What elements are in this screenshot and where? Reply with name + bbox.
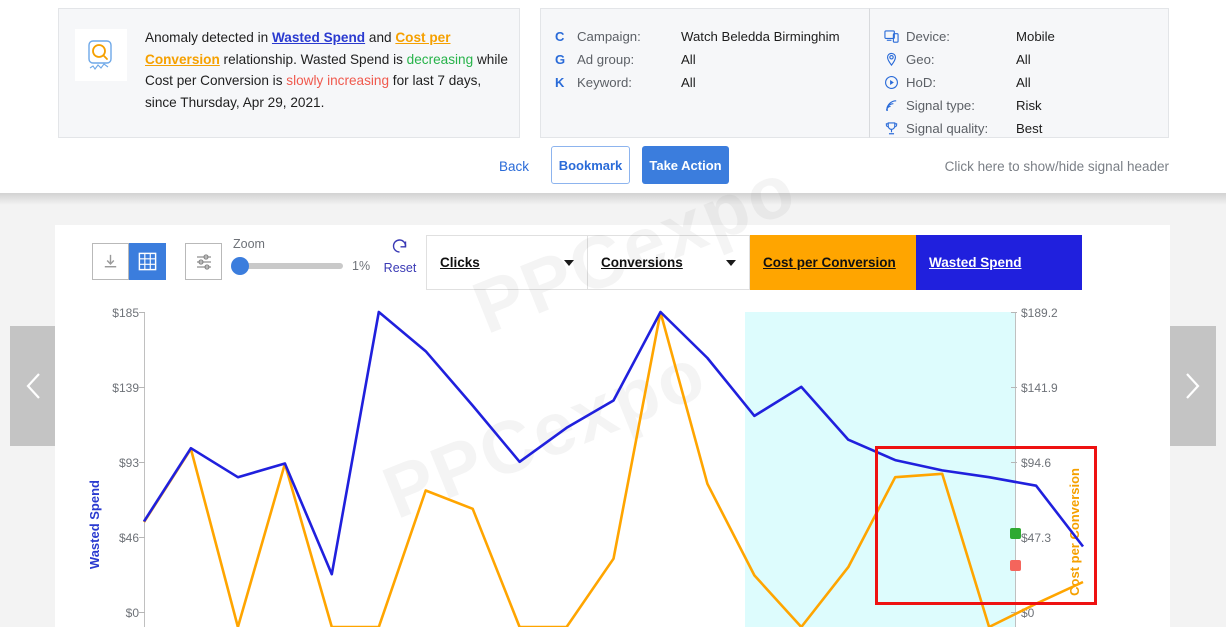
clock-icon xyxy=(884,75,906,90)
zoom-control: Zoom 1% xyxy=(231,237,371,275)
download-icon[interactable] xyxy=(92,243,129,280)
chevron-down-icon xyxy=(564,259,574,266)
keyword-label: Keyword: xyxy=(577,75,632,90)
wasted-spend-link[interactable]: Wasted Spend xyxy=(272,30,365,45)
targeting-kv-list: Device: Mobile Geo: All HoD: All Signal … xyxy=(884,25,1055,140)
page-root: Anomaly detected in Wasted Spend and Cos… xyxy=(0,0,1226,627)
geo-row: Geo: All xyxy=(884,48,1055,71)
keyword-k-icon: K xyxy=(555,75,565,90)
chart-plot-area: PPCexpo Wasted Spend Cost per Conversion… xyxy=(55,300,1170,627)
campaign-value: Watch Beledda Birminghim xyxy=(681,29,840,44)
signal-quality-label: Signal quality: xyxy=(906,121,989,136)
adgroup-label: Ad group: xyxy=(577,52,635,67)
zoom-label: Zoom xyxy=(233,237,265,251)
hod-row: HoD: All xyxy=(884,71,1055,94)
table-grid-icon[interactable] xyxy=(129,243,166,280)
hod-label: HoD: xyxy=(906,75,937,90)
signal-quality-value: Best xyxy=(1016,121,1043,136)
tab-wasted-spend-label: Wasted Spend xyxy=(929,255,1022,270)
campaign-kv-list: C Campaign: Watch Beledda Birminghim G A… xyxy=(555,25,840,94)
device-label: Device: xyxy=(906,29,950,44)
tab-cost-per-conversion-label: Cost per Conversion xyxy=(763,255,896,270)
anomaly-text-4: relationship. Wasted Spend is xyxy=(219,51,407,67)
signal-type-label: Signal type: xyxy=(906,98,975,113)
device-icon xyxy=(884,29,906,44)
metric-selector-row: Clicks Conversions Cost per Conversion W… xyxy=(426,235,1082,290)
chevron-right-icon[interactable] xyxy=(1168,326,1216,446)
campaign-info-card: C Campaign: Watch Beledda Birminghim G A… xyxy=(540,8,870,138)
magnifier-chart-icon xyxy=(75,29,127,81)
device-value: Mobile xyxy=(1016,29,1055,44)
trend-increasing: slowly increasing xyxy=(286,73,390,88)
zoom-slider-thumb[interactable] xyxy=(231,257,250,275)
reset-label: Reset xyxy=(383,261,417,275)
adgroup-row: G Ad group: All xyxy=(555,48,840,71)
signal-waves-icon xyxy=(884,98,906,113)
chevron-left-icon[interactable] xyxy=(10,326,58,446)
chart-toolbar: Zoom 1% Reset Clicks Conversions Cost pe… xyxy=(55,225,1170,300)
trend-decreasing: decreasing xyxy=(406,51,474,67)
signal-type-row: Signal type: Risk xyxy=(884,94,1055,117)
anomaly-description: Anomaly detected in Wasted Spend and Cos… xyxy=(145,27,509,113)
campaign-label: Campaign: xyxy=(577,29,641,44)
reset-circular-arrow-icon xyxy=(392,239,407,253)
campaign-row: C Campaign: Watch Beledda Birminghim xyxy=(555,25,840,48)
back-button[interactable]: Back xyxy=(499,159,529,174)
tab-cost-per-conversion[interactable]: Cost per Conversion xyxy=(750,235,916,290)
keyword-value: All xyxy=(681,75,696,90)
geo-value: All xyxy=(1016,52,1031,67)
sliders-icon[interactable] xyxy=(185,243,222,280)
chart-panel: Zoom 1% Reset Clicks Conversions Cost pe… xyxy=(55,225,1170,627)
signal-header: Anomaly detected in Wasted Spend and Cos… xyxy=(0,0,1226,193)
geo-pin-icon xyxy=(884,52,906,67)
view-button-group xyxy=(92,243,166,280)
anomaly-box xyxy=(875,446,1097,605)
keyword-row: K Keyword: All xyxy=(555,71,840,94)
action-bar: Back Bookmark Take Action Click here to … xyxy=(0,146,1226,194)
trophy-icon xyxy=(884,121,906,136)
anomaly-text-2: and xyxy=(365,30,396,45)
chevron-down-icon xyxy=(726,259,736,266)
anomaly-text-0: Anomaly detected in xyxy=(145,30,272,45)
zoom-slider[interactable] xyxy=(231,257,343,275)
geo-label: Geo: xyxy=(906,52,935,67)
take-action-button[interactable]: Take Action xyxy=(642,146,729,184)
anomaly-summary-card: Anomaly detected in Wasted Spend and Cos… xyxy=(58,8,520,138)
reset-button[interactable]: Reset xyxy=(377,237,423,275)
adgroup-value: All xyxy=(681,52,696,67)
bookmark-button[interactable]: Bookmark xyxy=(551,146,630,184)
tab-wasted-spend[interactable]: Wasted Spend xyxy=(916,235,1082,290)
select-conversions[interactable]: Conversions xyxy=(588,235,750,290)
signal-quality-row: Signal quality: Best xyxy=(884,117,1055,140)
adgroup-g-icon: G xyxy=(555,52,566,67)
select-clicks[interactable]: Clicks xyxy=(426,235,588,290)
zoom-value: 1% xyxy=(352,259,371,273)
campaign-c-icon: C xyxy=(555,29,565,44)
toggle-signal-header-link[interactable]: Click here to show/hide signal header xyxy=(945,159,1169,174)
hod-value: All xyxy=(1016,75,1031,90)
targeting-info-card: Device: Mobile Geo: All HoD: All Signal … xyxy=(869,8,1169,138)
cost-per-conversion-endpoint-marker xyxy=(1010,560,1021,571)
signal-cards-row: Anomaly detected in Wasted Spend and Cos… xyxy=(0,8,1226,138)
device-row: Device: Mobile xyxy=(884,25,1055,48)
select-conversions-value: Conversions xyxy=(601,255,683,270)
select-clicks-value: Clicks xyxy=(440,255,480,270)
wasted-spend-endpoint-marker xyxy=(1010,528,1021,539)
signal-type-value: Risk xyxy=(1016,98,1042,113)
